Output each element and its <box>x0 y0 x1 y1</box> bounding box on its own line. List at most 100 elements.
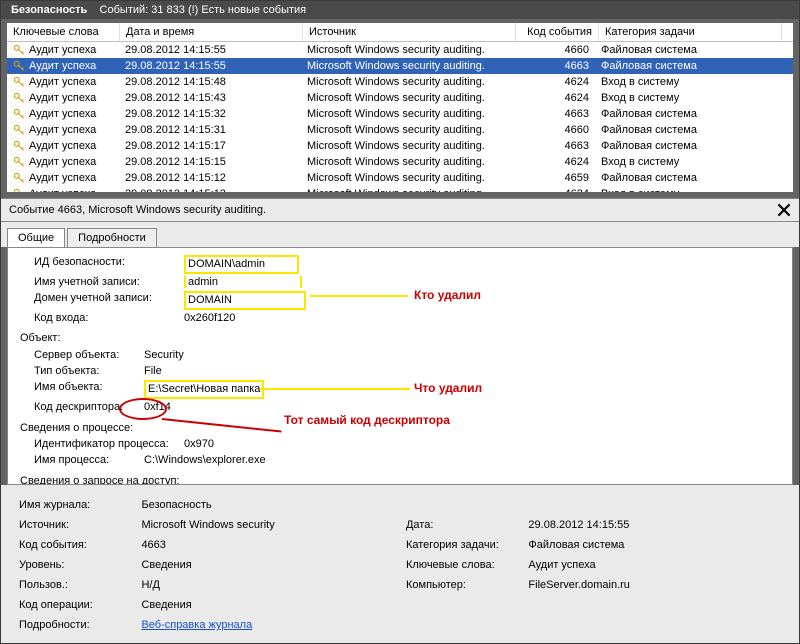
row-category: Файловая система <box>595 107 777 121</box>
kw-label: Ключевые слова: <box>400 555 522 575</box>
event-viewer-window: Безопасность Событий: 31 833 (!) Есть но… <box>0 0 800 644</box>
tab-general[interactable]: Общие <box>7 228 65 247</box>
row-source: Microsoft Windows security auditing. <box>301 139 513 153</box>
table-row[interactable]: Аудит успеха29.08.2012 14:15:43Microsoft… <box>7 90 793 106</box>
row-event-id: 4663 <box>513 59 595 73</box>
acct-value: admin <box>184 276 302 288</box>
key-icon <box>13 156 25 168</box>
row-event-id: 4660 <box>513 123 595 137</box>
key-icon <box>13 172 25 184</box>
col-source[interactable]: Источник <box>303 23 516 41</box>
detail-body[interactable]: ИД безопасности:DOMAIN\admin Имя учетной… <box>7 247 793 485</box>
row-source: Microsoft Windows security auditing. <box>301 123 513 137</box>
table-row[interactable]: Аудит успеха29.08.2012 14:15:55Microsoft… <box>7 58 793 74</box>
detail-title: Событие 4663, Microsoft Windows security… <box>9 204 266 216</box>
table-row[interactable]: Аудит успеха29.08.2012 14:15:12Microsoft… <box>7 186 793 192</box>
title-status: Событий: 31 833 (!) Есть новые события <box>100 4 307 16</box>
row-event-id: 4660 <box>513 43 595 57</box>
close-icon[interactable] <box>777 203 791 217</box>
row-datetime: 29.08.2012 14:15:55 <box>119 43 301 57</box>
type-value: File <box>144 364 162 379</box>
row-event-id: 4624 <box>513 75 595 89</box>
tabs: Общие Подробности <box>1 222 799 247</box>
table-row[interactable]: Аудит успеха29.08.2012 14:15:12Microsoft… <box>7 170 793 186</box>
col-category[interactable]: Категория задачи <box>599 23 782 41</box>
logon-value: 0x260f120 <box>184 311 235 326</box>
more-label: Подробности: <box>13 615 135 635</box>
row-event-id: 4624 <box>513 155 595 169</box>
logon-label: Код входа: <box>14 311 184 326</box>
row-category: Файловая система <box>595 171 777 185</box>
pname-value: C:\Windows\explorer.exe <box>144 453 266 468</box>
row-keyword: Аудит успеха <box>29 156 96 168</box>
dom-value: DOMAIN <box>184 291 306 310</box>
col-datetime[interactable]: Дата и время <box>120 23 303 41</box>
row-category: Вход в систему <box>595 187 777 192</box>
kw-value: Аудит успеха <box>522 555 787 575</box>
row-event-id: 4624 <box>513 187 595 192</box>
cat-value: Файловая система <box>522 535 787 555</box>
tab-details[interactable]: Подробности <box>67 228 157 247</box>
object-header: Объект: <box>14 331 786 346</box>
date-label: Дата: <box>400 515 522 535</box>
src-value: Microsoft Windows security <box>135 515 400 535</box>
pid-value: 0x970 <box>184 437 214 452</box>
key-icon <box>13 60 25 72</box>
row-source: Microsoft Windows security auditing. <box>301 59 513 73</box>
table-row[interactable]: Аудит успеха 29.08.2012 14:15:15Microsoft… <box>7 154 793 170</box>
cat-label: Категория задачи: <box>400 535 522 555</box>
table-row[interactable]: Аудит успеха 29.08.2012 14:15:17Microsoft… <box>7 138 793 154</box>
key-icon <box>13 44 25 56</box>
row-event-id: 4663 <box>513 139 595 153</box>
row-source: Microsoft Windows security auditing. <box>301 43 513 57</box>
row-category: Вход в систему <box>595 91 777 105</box>
row-datetime: 29.08.2012 14:15:48 <box>119 75 301 89</box>
title: Безопасность <box>11 4 87 16</box>
row-category: Файловая система <box>595 123 777 137</box>
row-event-id: 4624 <box>513 91 595 105</box>
table-row[interactable]: Аудит успеха29.08.2012 14:15:31Microsoft… <box>7 122 793 138</box>
row-datetime: 29.08.2012 14:15:15 <box>119 155 301 169</box>
table-row[interactable]: Аудит успеха29.08.2012 14:15:32Microsoft… <box>7 106 793 122</box>
web-help-link[interactable]: Веб-справка журнала <box>141 619 252 631</box>
row-source: Microsoft Windows security auditing. <box>301 155 513 169</box>
table-row[interactable]: Аудит успеха29.08.2012 14:15:48Microsoft… <box>7 74 793 90</box>
row-datetime: 29.08.2012 14:15:31 <box>119 123 301 137</box>
col-event-id[interactable]: Код события <box>516 23 599 41</box>
row-source: Microsoft Windows security auditing. <box>301 75 513 89</box>
row-datetime: 29.08.2012 14:15:32 <box>119 107 301 121</box>
row-keyword: Аудит успеха <box>29 188 96 192</box>
key-icon <box>13 140 25 152</box>
logname-label: Имя журнала: <box>13 495 135 515</box>
acct-label: Имя учетной записи: <box>14 275 184 290</box>
row-category: Вход в систему <box>595 75 777 89</box>
lvl-value: Сведения <box>135 555 400 575</box>
pid-label: Идентификатор процесса: <box>14 437 184 452</box>
op-value: Сведения <box>135 595 787 615</box>
annotation-handle: Тот самый код дескриптора <box>284 412 450 428</box>
usr-value: Н/Д <box>135 575 400 595</box>
srv-value: Security <box>144 348 184 363</box>
op-label: Код операции: <box>13 595 135 615</box>
row-keyword: Аудит успеха <box>29 140 96 152</box>
row-keyword: Аудит успеха <box>29 108 96 120</box>
dom-label: Домен учетной записи: <box>14 291 184 310</box>
table-row[interactable]: Аудит успеха29.08.2012 14:15:55Microsoft… <box>7 42 793 58</box>
row-datetime: 29.08.2012 14:15:55 <box>119 59 301 73</box>
evt-label: Код события: <box>13 535 135 555</box>
row-category: Файловая система <box>595 59 777 73</box>
table-header[interactable]: Ключевые слова Дата и время Источник Код… <box>7 23 793 42</box>
pname-label: Имя процесса: <box>14 453 144 468</box>
annotation-what: Что удалил <box>414 380 482 396</box>
logname-value: Безопасность <box>135 495 787 515</box>
row-datetime: 29.08.2012 14:15:17 <box>119 139 301 153</box>
key-icon <box>13 188 25 192</box>
table-rows[interactable]: Аудит успеха29.08.2012 14:15:55Microsoft… <box>7 42 793 192</box>
row-source: Microsoft Windows security auditing. <box>301 91 513 105</box>
cmp-label: Компьютер: <box>400 575 522 595</box>
row-category: Вход в систему <box>595 155 777 169</box>
type-label: Тип объекта: <box>14 364 144 379</box>
key-icon <box>13 108 25 120</box>
row-category: Файловая система <box>595 43 777 57</box>
col-keywords[interactable]: Ключевые слова <box>7 23 120 41</box>
